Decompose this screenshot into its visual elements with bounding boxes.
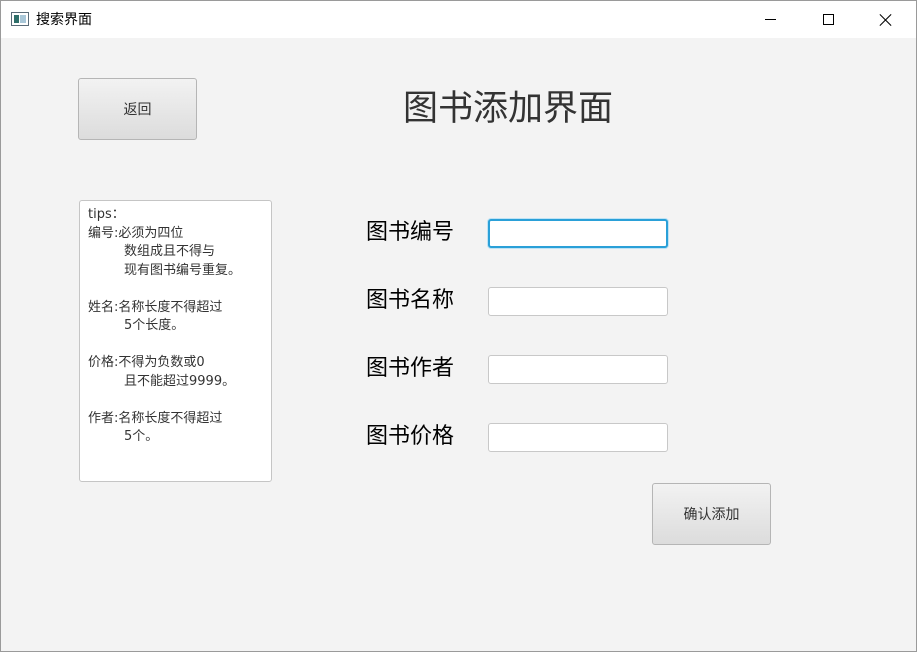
tip-line: 名称长度不得超过	[118, 410, 223, 426]
book-id-input[interactable]	[488, 219, 668, 248]
book-name-label: 图书名称	[366, 288, 455, 313]
tip-line: 数组成且不得与	[124, 244, 216, 259]
confirm-add-button[interactable]: 确认添加	[652, 483, 771, 545]
tip-line: 现有图书编号重复。	[124, 262, 242, 278]
tip-key: 作者:	[88, 410, 119, 426]
tip-author: 作者: 名称长度不得超过	[88, 410, 263, 429]
maximize-icon	[822, 14, 834, 25]
book-id-label: 图书编号	[366, 220, 455, 245]
window-title: 搜索界面	[36, 12, 92, 28]
book-price-input[interactable]	[488, 423, 668, 452]
tip-line: 必须为四位	[118, 225, 184, 241]
close-icon	[879, 13, 893, 27]
tip-line: 且不能超过9999。	[124, 373, 236, 389]
tip-name: 姓名: 名称长度不得超过	[88, 299, 263, 318]
title-bar: 搜索界面	[1, 1, 916, 38]
maximize-button[interactable]	[799, 1, 857, 38]
app-window: 搜索界面 返回 图书添加界面 tips： 编号: 必须为四位 数组成且不得与 现…	[0, 0, 917, 652]
book-author-label: 图书作者	[366, 356, 455, 381]
app-window-icon	[11, 12, 29, 26]
tip-line: 名称长度不得超过	[118, 299, 223, 315]
minimize-button[interactable]	[741, 1, 799, 38]
tips-heading: tips：	[88, 207, 125, 222]
tip-line: 不得为负数或0	[118, 355, 205, 370]
tip-price: 价格: 不得为负数或0	[88, 354, 263, 373]
tip-key: 价格:	[88, 355, 119, 370]
book-author-input[interactable]	[488, 355, 668, 384]
tip-line: 5个。	[124, 429, 159, 444]
book-name-input[interactable]	[488, 287, 668, 316]
tip-line: 5个长度。	[124, 318, 185, 333]
page-title: 图书添加界面	[403, 89, 614, 129]
tip-key: 姓名:	[88, 299, 119, 315]
book-price-label: 图书价格	[366, 424, 455, 449]
close-button[interactable]	[857, 1, 915, 38]
tip-id: 编号: 必须为四位	[88, 225, 263, 244]
minimize-icon	[764, 19, 776, 20]
back-button[interactable]: 返回	[78, 78, 197, 140]
tip-key: 编号:	[88, 225, 119, 241]
tips-panel: tips： 编号: 必须为四位 数组成且不得与 现有图书编号重复。 姓名: 名称…	[79, 200, 272, 482]
